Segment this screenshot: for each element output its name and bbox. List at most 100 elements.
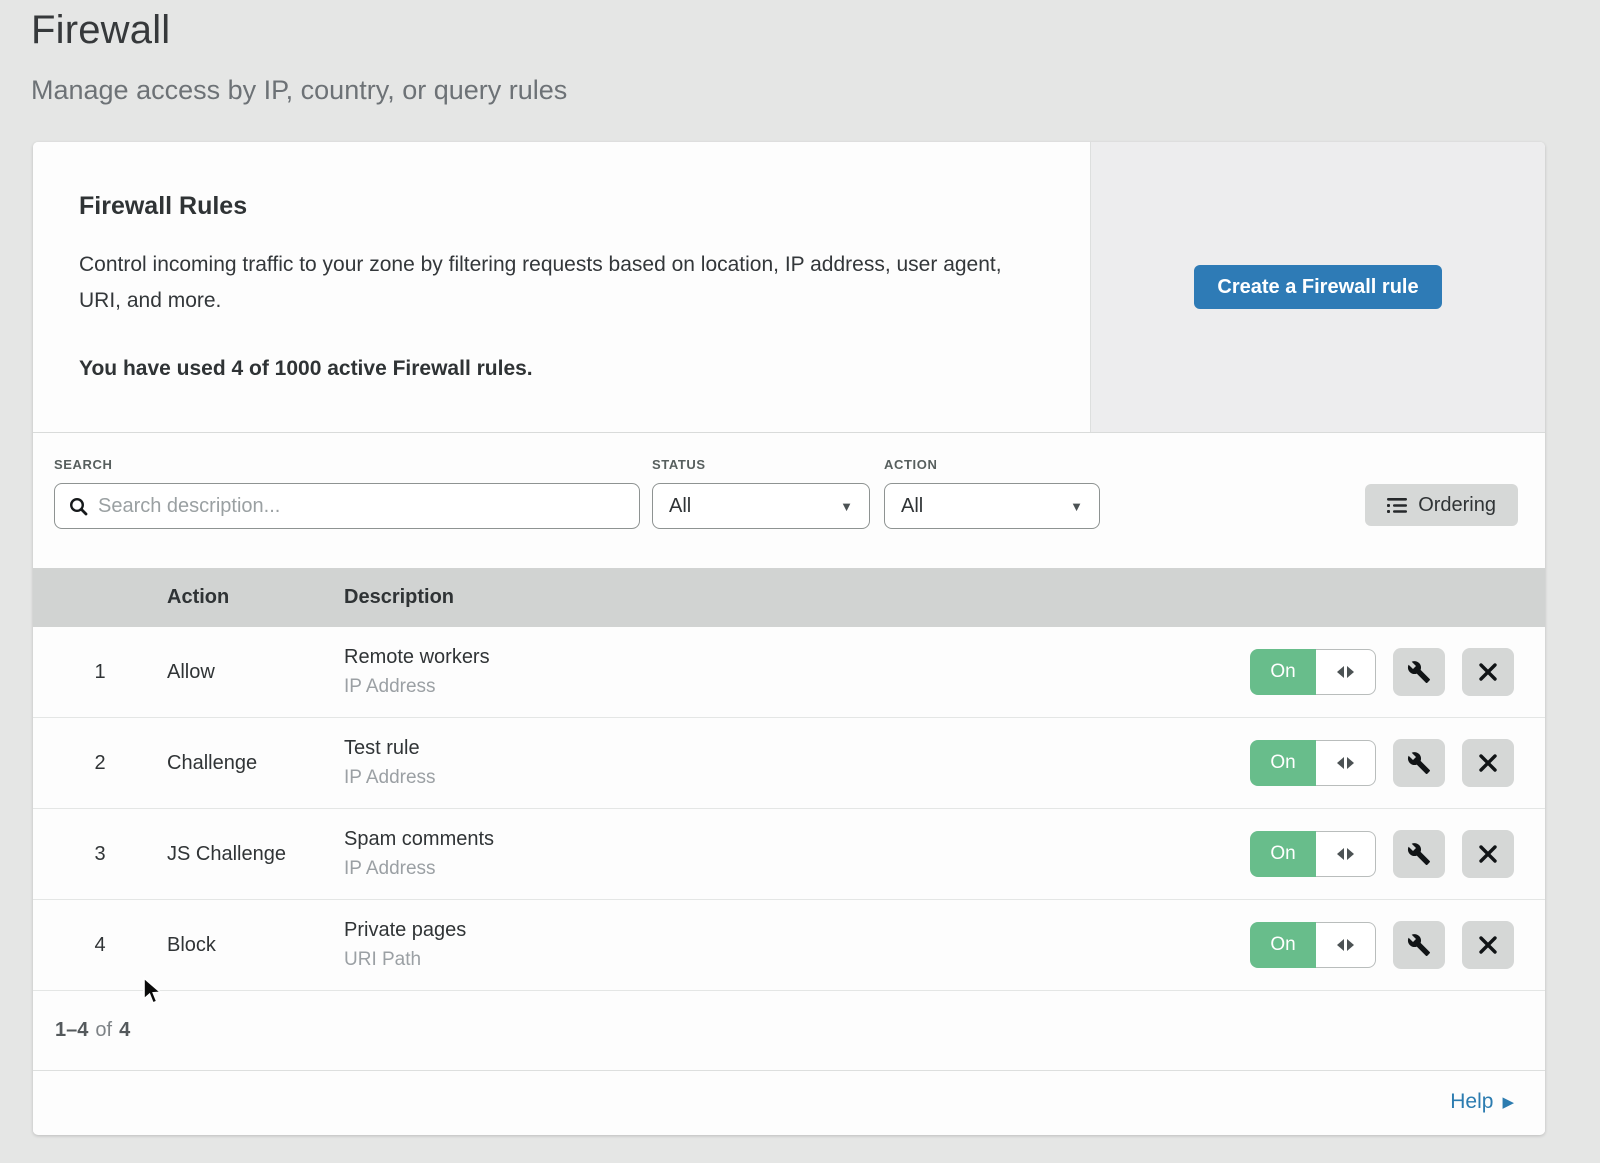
arrow-left-icon (1337, 939, 1344, 951)
pagination-of-text: of (95, 1019, 112, 1042)
arrow-left-icon (1337, 757, 1344, 769)
rule-enabled-toggle[interactable]: On (1250, 831, 1376, 877)
status-select[interactable]: All ▼ (652, 483, 870, 529)
arrow-left-icon (1337, 666, 1344, 678)
firewall-rule-row: 3 JS Challenge Spam comments IP Address … (33, 809, 1545, 900)
rule-enabled-toggle[interactable]: On (1250, 649, 1376, 695)
arrow-right-icon (1347, 939, 1354, 951)
toggle-on-label: On (1250, 922, 1316, 968)
overview-description: Control incoming traffic to your zone by… (79, 247, 1029, 319)
rule-action: JS Challenge (167, 843, 344, 866)
close-icon (1478, 844, 1498, 864)
rule-description-cell: Private pages URI Path (344, 919, 1215, 971)
rule-priority: 2 (33, 752, 167, 775)
create-firewall-rule-button[interactable]: Create a Firewall rule (1194, 265, 1442, 309)
firewall-rules-card: Firewall Rules Control incoming traffic … (33, 142, 1545, 1135)
page-subtitle: Manage access by IP, country, or query r… (31, 75, 1600, 106)
status-selected-value: All (669, 495, 691, 518)
edit-rule-button[interactable] (1393, 739, 1445, 787)
delete-rule-button[interactable] (1462, 739, 1514, 787)
toggle-drag-handle[interactable] (1316, 831, 1376, 877)
rule-description[interactable]: Private pages (344, 919, 1215, 942)
search-filter: SEARCH (54, 457, 640, 529)
rule-enabled-toggle[interactable]: On (1250, 740, 1376, 786)
rule-action: Allow (167, 661, 344, 684)
firewall-rule-row: 4 Block Private pages URI Path On (33, 900, 1545, 991)
pagination-bar: 1–4 of 4 (33, 991, 1545, 1071)
close-icon (1478, 662, 1498, 682)
close-icon (1478, 935, 1498, 955)
rules-usage-text: You have used 4 of 1000 active Firewall … (79, 357, 1030, 381)
page-title: Firewall (31, 8, 1600, 53)
rules-table-body: 1 Allow Remote workers IP Address On (33, 627, 1545, 991)
rule-action: Block (167, 934, 344, 957)
rule-enabled-toggle[interactable]: On (1250, 922, 1376, 968)
wrench-icon (1407, 751, 1431, 775)
action-label: ACTION (884, 457, 1100, 472)
search-label: SEARCH (54, 457, 640, 472)
action-filter: ACTION All ▼ (884, 457, 1100, 529)
rule-controls: On (1215, 830, 1545, 878)
edit-rule-button[interactable] (1393, 830, 1445, 878)
ordering-button[interactable]: Ordering (1365, 484, 1518, 526)
search-input[interactable] (98, 495, 625, 518)
search-box[interactable] (54, 483, 640, 529)
card-footer: Help ▶ (33, 1071, 1545, 1132)
overview-action-panel: Create a Firewall rule (1090, 142, 1545, 432)
delete-rule-button[interactable] (1462, 921, 1514, 969)
toggle-drag-handle[interactable] (1316, 740, 1376, 786)
overview-heading: Firewall Rules (79, 192, 1030, 221)
rule-controls: On (1215, 648, 1545, 696)
arrow-right-icon: ▶ (1502, 1093, 1514, 1111)
wrench-icon (1407, 660, 1431, 684)
wrench-icon (1407, 842, 1431, 866)
rule-match-type: IP Address (344, 767, 1215, 789)
rule-description[interactable]: Remote workers (344, 646, 1215, 669)
help-link-label: Help (1450, 1090, 1493, 1114)
rule-description-cell: Spam comments IP Address (344, 828, 1215, 880)
rule-priority: 4 (33, 934, 167, 957)
rule-priority: 3 (33, 843, 167, 866)
rule-controls: On (1215, 739, 1545, 787)
rule-priority: 1 (33, 661, 167, 684)
rule-controls: On (1215, 921, 1545, 969)
firewall-rule-row: 2 Challenge Test rule IP Address On (33, 718, 1545, 809)
arrow-left-icon (1337, 848, 1344, 860)
rule-description[interactable]: Test rule (344, 737, 1215, 760)
help-link[interactable]: Help ▶ (1450, 1090, 1514, 1114)
ordering-button-label: Ordering (1418, 494, 1496, 517)
toggle-on-label: On (1250, 649, 1316, 695)
arrow-right-icon (1347, 757, 1354, 769)
action-selected-value: All (901, 495, 923, 518)
firewall-rule-row: 1 Allow Remote workers IP Address On (33, 627, 1545, 718)
action-select[interactable]: All ▼ (884, 483, 1100, 529)
description-column-header: Description (344, 586, 1215, 609)
wrench-icon (1407, 933, 1431, 957)
rule-match-type: IP Address (344, 858, 1215, 880)
toggle-drag-handle[interactable] (1316, 649, 1376, 695)
status-label: STATUS (652, 457, 870, 472)
rule-description[interactable]: Spam comments (344, 828, 1215, 851)
search-icon (69, 497, 88, 516)
arrow-right-icon (1347, 848, 1354, 860)
page-header: Firewall Manage access by IP, country, o… (0, 0, 1600, 106)
toggle-drag-handle[interactable] (1316, 922, 1376, 968)
delete-rule-button[interactable] (1462, 648, 1514, 696)
rule-description-cell: Test rule IP Address (344, 737, 1215, 789)
firewall-page: Firewall Manage access by IP, country, o… (0, 0, 1600, 1163)
toggle-on-label: On (1250, 831, 1316, 877)
rule-action: Challenge (167, 752, 344, 775)
chevron-down-icon: ▼ (1070, 499, 1083, 514)
close-icon (1478, 753, 1498, 773)
rule-match-type: URI Path (344, 949, 1215, 971)
arrow-right-icon (1347, 666, 1354, 678)
ordered-list-icon (1387, 497, 1407, 514)
edit-rule-button[interactable] (1393, 921, 1445, 969)
overview-text-panel: Firewall Rules Control incoming traffic … (33, 142, 1090, 432)
filters-bar: SEARCH STATUS All ▼ ACTION (33, 433, 1545, 568)
table-header-row: Action Description (33, 568, 1545, 627)
edit-rule-button[interactable] (1393, 648, 1445, 696)
status-filter: STATUS All ▼ (652, 457, 870, 529)
delete-rule-button[interactable] (1462, 830, 1514, 878)
rule-match-type: IP Address (344, 676, 1215, 698)
